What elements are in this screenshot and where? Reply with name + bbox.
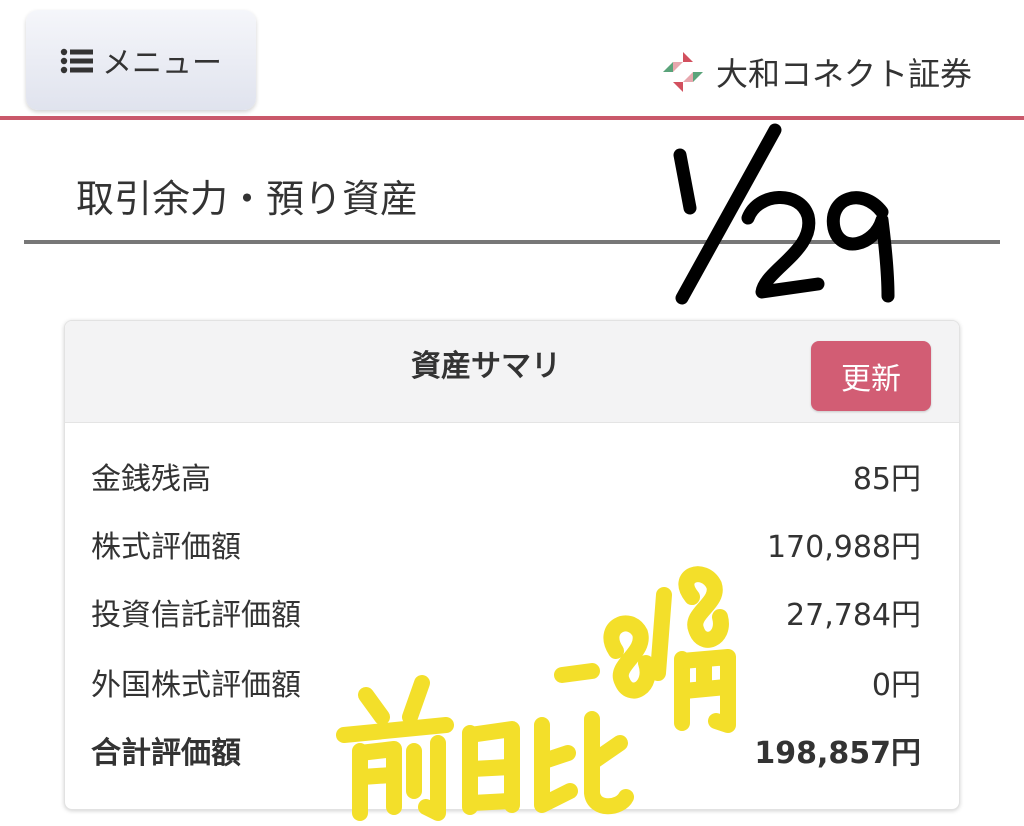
row-label: 投資信託評価額 — [91, 598, 301, 633]
row-value: 27,784円 — [786, 598, 921, 633]
brand-name: 大和コネクト証券 — [716, 55, 973, 93]
total-label: 合計評価額 — [91, 736, 241, 771]
row-label: 株式評価額 — [91, 530, 241, 565]
menu-label: メニュー — [102, 46, 222, 81]
row-value: 0円 — [871, 668, 921, 703]
menu-button[interactable]: メニュー — [26, 10, 256, 110]
row-label: 金銭残高 — [91, 462, 211, 497]
handwritten-date-annotation — [673, 123, 895, 305]
refresh-button[interactable]: 更新 — [811, 341, 931, 411]
brand[interactable]: 大和コネクト証券 — [660, 42, 972, 102]
card-title: 資産サマリ — [411, 349, 561, 384]
row-label: 外国株式評価額 — [91, 668, 301, 703]
row-value: 170,988円 — [766, 530, 921, 565]
screen: メニュー 大和コネクト証券 取引余力・預り資産 資産サマリ 更新 金銭残高 85… — [0, 0, 1024, 826]
page-title: 取引余力・預り資産 — [76, 177, 419, 221]
daiwa-connect-logo — [660, 49, 706, 95]
list-icon — [60, 47, 94, 74]
row-value: 85円 — [852, 462, 921, 497]
total-value: 198,857円 — [754, 736, 921, 771]
card-header: 資産サマリ 更新 — [65, 321, 959, 423]
app-header: メニュー 大和コネクト証券 — [0, 0, 1024, 120]
handwritten-note-annotation — [336, 566, 736, 821]
row-cash-balance: 金銭残高 85円 — [91, 451, 921, 501]
